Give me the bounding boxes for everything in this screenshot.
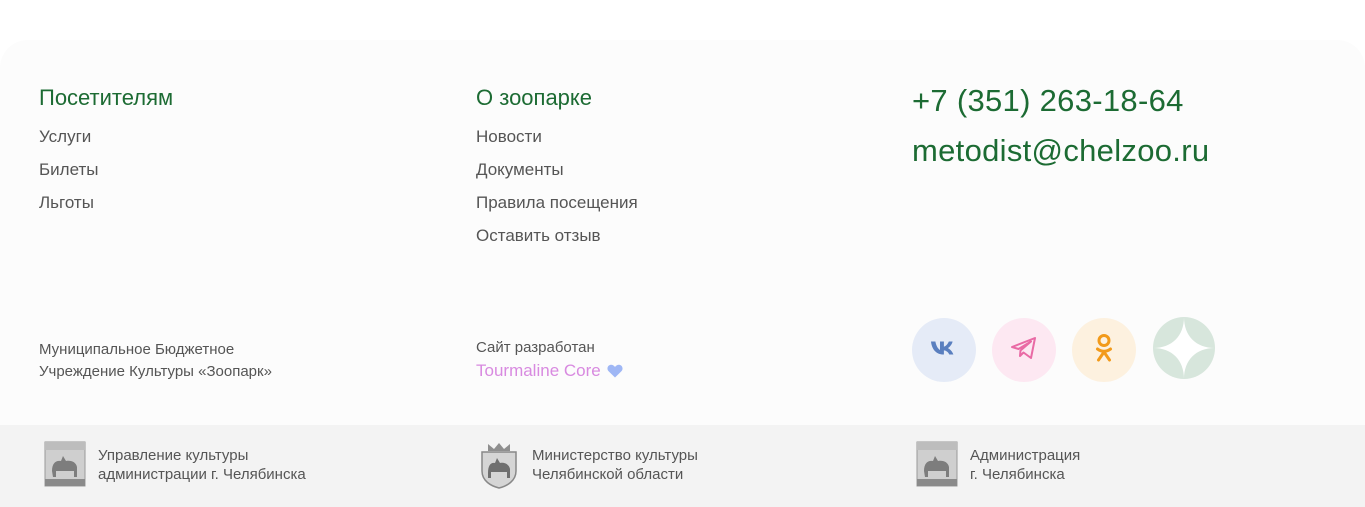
list-item: Услуги [39,126,173,159]
city-administration-line-2: г. Челябинска [970,466,1065,483]
chelyabinsk-coat-of-arms-icon [44,441,86,489]
services-link[interactable]: Услуги [39,126,91,148]
list-item: Новости [476,126,638,159]
visitors-title: Посетителям [39,85,174,110]
heart-icon [607,362,623,385]
telegram-icon [1010,336,1038,365]
ministry-of-culture-text: Министерство культуры Челябинской област… [532,446,698,484]
documents-link[interactable]: Документы [476,159,564,181]
city-administration-line-1: Администрация [970,447,1081,464]
culture-department-link[interactable]: Управление культуры администрации г. Чел… [44,441,306,489]
leave-review-link[interactable]: Оставить отзыв [476,225,601,247]
news-link[interactable]: Новости [476,126,542,148]
ministry-of-culture-line-2: Челябинской области [532,466,684,483]
contacts: +7 (351) 263-18-64 metodist@chelzoo.ru [912,84,1209,168]
culture-department-line-2: администрации г. Челябинска [98,466,306,483]
list-item: Билеты [39,159,173,192]
visitors-links: Услуги Билеты Льготы [39,126,173,225]
zen-icon [1152,316,1216,385]
phone-link[interactable]: +7 (351) 263-18-64 [912,84,1209,118]
list-item: Оставить отзыв [476,225,638,258]
organization-line-2: Учреждение Культуры «Зоопарк» [39,363,272,380]
about-title: О зоопарке [476,85,593,110]
odnoklassniki-icon [1094,333,1114,368]
benefits-link[interactable]: Льготы [39,192,94,214]
about-nav: О зоопарке Новости Документы Правила пос… [476,84,638,258]
visit-rules-link[interactable]: Правила посещения [476,192,638,214]
city-administration-link[interactable]: Администрация г. Челябинска [916,441,1080,489]
email-link[interactable]: metodist@chelzoo.ru [912,134,1209,168]
chelyabinsk-region-coat-of-arms-icon [478,441,520,489]
visitors-nav: Посетителям Услуги Билеты Льготы [39,84,173,225]
social-links [912,316,1216,385]
organization-name: Муниципальное Бюджетное Учреждение Культ… [39,339,272,383]
developer-link[interactable]: Tourmaline Core [476,361,601,380]
culture-department-text: Управление культуры администрации г. Чел… [98,446,306,484]
ministry-of-culture-line-1: Министерство культуры [532,447,698,464]
developer-label: Сайт разработан [476,339,595,356]
about-links: Новости Документы Правила посещения Оста… [476,126,638,258]
vk-button[interactable] [912,318,976,382]
organization-line-1: Муниципальное Бюджетное [39,341,235,358]
city-administration-text: Администрация г. Челябинска [970,446,1080,484]
zen-button[interactable] [1152,316,1216,385]
list-item: Документы [476,159,638,192]
list-item: Правила посещения [476,192,638,225]
odnoklassniki-button[interactable] [1072,318,1136,382]
ministry-of-culture-link[interactable]: Министерство культуры Челябинской област… [478,441,698,489]
chelyabinsk-coat-of-arms-icon [916,441,958,489]
telegram-button[interactable] [992,318,1056,382]
vk-icon [930,339,958,362]
developer-credit: Сайт разработан Tourmaline Core [476,336,623,385]
tickets-link[interactable]: Билеты [39,159,98,181]
culture-department-line-1: Управление культуры [98,447,249,464]
list-item: Льготы [39,192,173,225]
